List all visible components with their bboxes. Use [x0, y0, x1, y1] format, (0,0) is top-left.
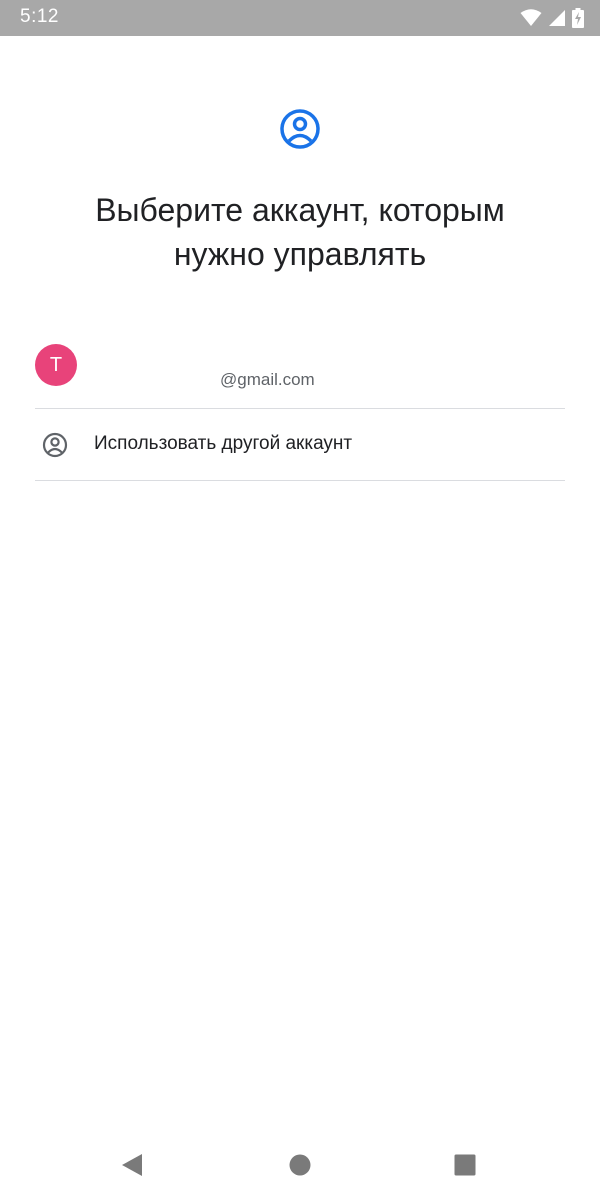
account-item[interactable]: T @gmail.com: [35, 330, 565, 408]
avatar: T: [35, 344, 77, 386]
divider: [35, 408, 565, 409]
use-another-account-label: Использовать другой аккаунт: [94, 433, 353, 454]
account-email: @gmail.com: [220, 370, 315, 389]
page-title-line2: нужно управлять: [173, 236, 427, 272]
recents-icon: [454, 1154, 476, 1176]
account-circle-icon: [42, 432, 68, 458]
battery-charging-icon: [572, 8, 584, 28]
status-time: 5:12: [20, 6, 59, 27]
back-icon: [122, 1154, 142, 1176]
wifi-icon: [520, 9, 542, 26]
use-another-account-button[interactable]: Использовать другой аккаунт: [35, 410, 565, 480]
page-title: Выберите аккаунт, которым нужно управлят…: [20, 188, 580, 276]
home-button[interactable]: [285, 1150, 315, 1180]
status-icons: [520, 7, 584, 29]
signal-icon: [549, 10, 565, 26]
home-icon: [289, 1154, 311, 1176]
recents-button[interactable]: [450, 1150, 480, 1180]
divider: [35, 480, 565, 481]
page-title-line1: Выберите аккаунт, которым: [95, 192, 505, 228]
navigation-bar: [0, 1130, 600, 1200]
status-bar: 5:12: [0, 0, 600, 36]
back-button[interactable]: [117, 1150, 147, 1180]
account-circle-icon: [280, 109, 320, 149]
